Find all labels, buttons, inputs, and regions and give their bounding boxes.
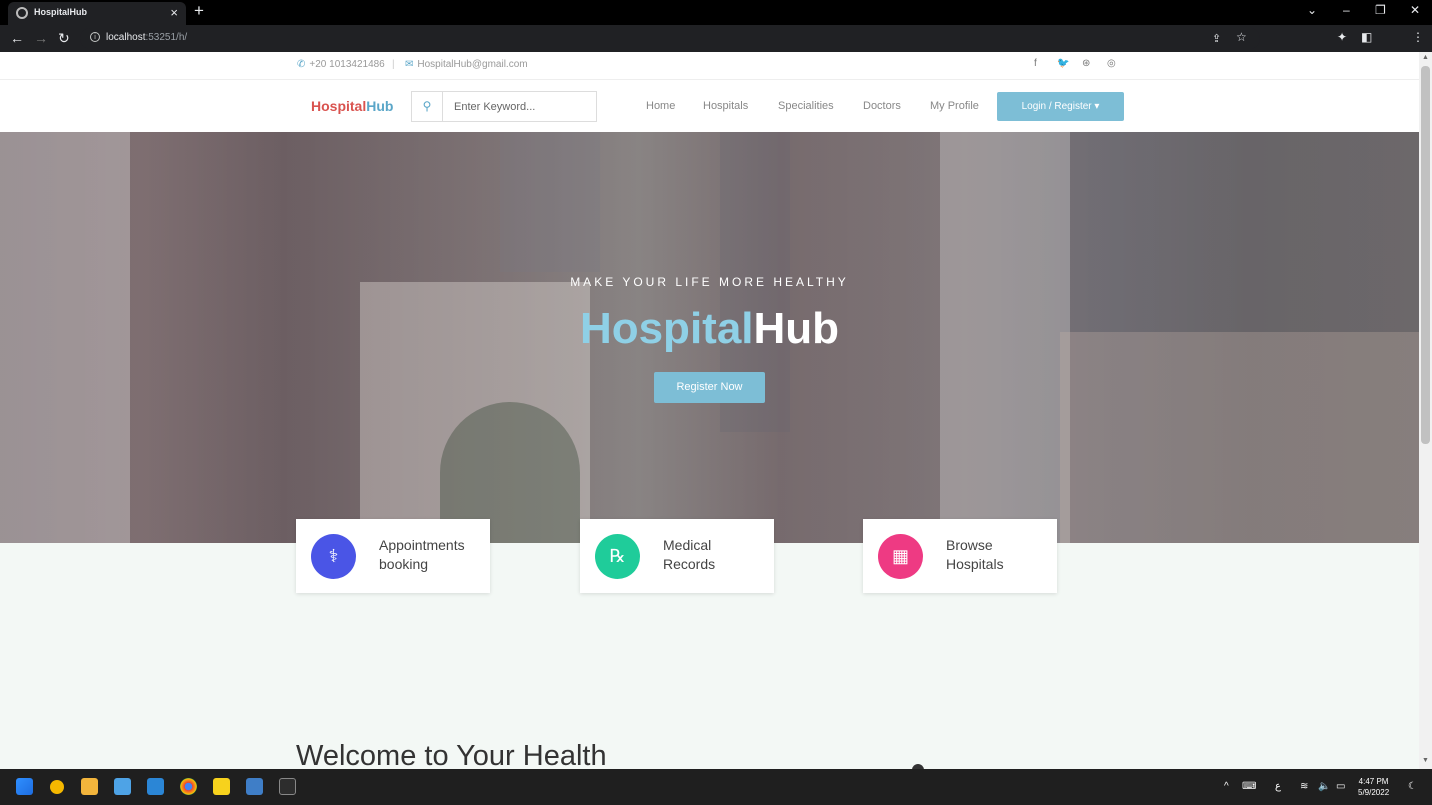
brand-part-2: Hub xyxy=(366,98,394,114)
share-icon[interactable]: ⇪ xyxy=(1212,32,1221,45)
email-icon: ✉ xyxy=(405,59,414,70)
phone-number: +20 1013421486 xyxy=(309,59,385,70)
vscode-icon[interactable] xyxy=(147,778,164,795)
nav-link-specialities[interactable]: Specialities xyxy=(778,100,834,112)
sticky-notes-icon[interactable] xyxy=(213,778,230,795)
doctor-icon: ⚕ xyxy=(311,534,356,579)
login-register-button[interactable]: Login / Register ▾ xyxy=(997,92,1124,121)
card-label-line1: Browse xyxy=(946,537,993,553)
hero-title: HospitalHub xyxy=(0,304,1419,354)
phone-contact: ✆ +20 1013421486 xyxy=(297,59,385,70)
address-bar[interactable] xyxy=(80,28,1260,49)
url-text[interactable]: localhost:53251/h/ xyxy=(106,32,187,43)
side-panel-icon[interactable]: ◧ xyxy=(1361,30,1372,44)
main-navbar: HospitalHub ⚲ Home Hospitals Specialitie… xyxy=(0,80,1419,132)
card-label-line2: Hospitals xyxy=(946,556,1004,572)
feature-card-label: Appointments booking xyxy=(379,536,484,574)
card-label-line2: booking xyxy=(379,556,429,572)
browser-menu-icon[interactable]: ⋮ xyxy=(1412,30,1424,44)
extensions-puzzle-icon[interactable]: ✦ xyxy=(1337,30,1347,44)
notification-icon[interactable]: ☾ xyxy=(1408,781,1417,792)
hero-section: MAKE YOUR LIFE MORE HEALTHY HospitalHub … xyxy=(0,132,1419,543)
wifi-icon[interactable]: ≋ xyxy=(1300,781,1308,792)
keyboard-icon[interactable]: ⌨ xyxy=(1242,781,1256,792)
back-icon[interactable]: ← xyxy=(10,30,24,46)
maximize-button[interactable]: ❐ xyxy=(1375,3,1386,17)
brand-part-1: Hospital xyxy=(311,98,367,114)
top-info-bar: ✆ +20 1013421486 | ✉ HospitalHub@gmail.com… xyxy=(0,52,1419,80)
url-path: :53251/h/ xyxy=(145,32,188,43)
windows-start-icon[interactable] xyxy=(16,778,33,795)
hero-title-part-2: Hub xyxy=(753,304,840,353)
nav-link-doctors[interactable]: Doctors xyxy=(863,100,901,112)
email-address: HospitalHub@gmail.com xyxy=(417,59,528,70)
prescription-icon: ℞ xyxy=(595,534,640,579)
hero-title-part-1: Hospital xyxy=(579,304,754,353)
scroll-down-icon[interactable]: ▼ xyxy=(1422,757,1429,764)
nav-link-hospitals[interactable]: Hospitals xyxy=(703,100,748,112)
tab-favicon-icon xyxy=(16,7,28,19)
tab-close-icon[interactable]: × xyxy=(170,5,178,20)
volume-icon[interactable]: 🔈 xyxy=(1318,781,1330,792)
forward-icon[interactable]: → xyxy=(34,30,48,46)
hospital-icon: ▦ xyxy=(878,534,923,579)
clock-date: 5/9/2022 xyxy=(1358,788,1390,797)
feature-card-medical-records[interactable]: ℞ Medical Records xyxy=(580,519,774,593)
email-contact: ✉ HospitalHub@gmail.com xyxy=(405,59,528,70)
file-explorer-icon[interactable] xyxy=(81,778,98,795)
browser-tab-strip: HospitalHub × + ⌄ – ❐ ✕ xyxy=(0,0,1432,25)
separator: | xyxy=(392,59,395,70)
feature-card-label: Browse Hospitals xyxy=(946,536,1051,574)
search-box: ⚲ xyxy=(411,91,597,122)
clock-time: 4:47 PM xyxy=(1358,777,1389,786)
feature-card-appointments[interactable]: ⚕ Appointments booking xyxy=(296,519,490,593)
tab-title: HospitalHub xyxy=(34,7,87,17)
brand-logo[interactable]: HospitalHub xyxy=(311,98,393,114)
system-clock[interactable]: 4:47 PM 5/9/2022 xyxy=(1358,776,1389,798)
card-label-line1: Appointments xyxy=(379,537,465,553)
hero-tagline: MAKE YOUR LIFE MORE HEALTHY xyxy=(570,275,849,289)
tab-search-icon[interactable]: ⌄ xyxy=(1307,3,1317,17)
site-info-icon[interactable]: i xyxy=(90,32,100,42)
card-label-line1: Medical xyxy=(663,537,712,553)
instagram-icon[interactable]: ◎ xyxy=(1107,58,1116,69)
feature-card-label: Medical Records xyxy=(663,536,768,574)
app-icon[interactable] xyxy=(114,778,131,795)
browser-tab[interactable]: HospitalHub × xyxy=(8,2,186,25)
url-host: localhost xyxy=(106,32,146,43)
page-scrollbar[interactable]: ▲ ▼ xyxy=(1419,52,1432,769)
welcome-heading: Welcome to Your Health xyxy=(296,740,607,769)
facebook-icon[interactable]: f xyxy=(1034,58,1037,69)
hero-building-shape xyxy=(1060,332,1419,543)
bookmark-star-icon[interactable]: ☆ xyxy=(1236,30,1247,44)
windows-taskbar: ^ ⌨ ع ≋ 🔈 ▭ 4:47 PM 5/9/2022 ☾ xyxy=(0,769,1432,805)
close-window-button[interactable]: ✕ xyxy=(1410,3,1420,17)
nav-link-home[interactable]: Home xyxy=(646,100,675,112)
reload-icon[interactable]: ↻ xyxy=(58,30,70,47)
search-input[interactable] xyxy=(454,98,594,115)
register-now-button[interactable]: Register Now xyxy=(654,372,765,403)
phone-icon: ✆ xyxy=(297,59,306,70)
new-tab-button[interactable]: + xyxy=(194,1,204,21)
scroll-up-icon[interactable]: ▲ xyxy=(1422,54,1429,61)
feature-card-browse-hospitals[interactable]: ▦ Browse Hospitals xyxy=(863,519,1057,593)
twitter-icon[interactable]: 🐦 xyxy=(1057,58,1069,69)
app-icon[interactable] xyxy=(50,780,64,794)
search-icon[interactable]: ⚲ xyxy=(412,92,443,121)
app-icon[interactable] xyxy=(246,778,263,795)
battery-icon[interactable]: ▭ xyxy=(1336,781,1345,792)
web-page: ✆ +20 1013421486 | ✉ HospitalHub@gmail.com… xyxy=(0,52,1419,769)
minimize-button[interactable]: – xyxy=(1343,3,1350,17)
terminal-icon[interactable] xyxy=(279,778,296,795)
language-indicator[interactable]: ع xyxy=(1275,781,1281,792)
scrollbar-thumb[interactable] xyxy=(1421,66,1430,444)
card-label-line2: Records xyxy=(663,556,716,572)
chrome-icon[interactable] xyxy=(180,778,197,795)
tray-chevron-icon[interactable]: ^ xyxy=(1224,781,1229,792)
nav-link-my-profile[interactable]: My Profile xyxy=(930,100,979,112)
dribbble-icon[interactable]: ⊛ xyxy=(1082,58,1090,69)
hero-building-shape xyxy=(500,132,600,272)
browser-toolbar: ← → ↻ ⇪ ☆ ✦ ◧ ⋮ xyxy=(0,25,1432,70)
